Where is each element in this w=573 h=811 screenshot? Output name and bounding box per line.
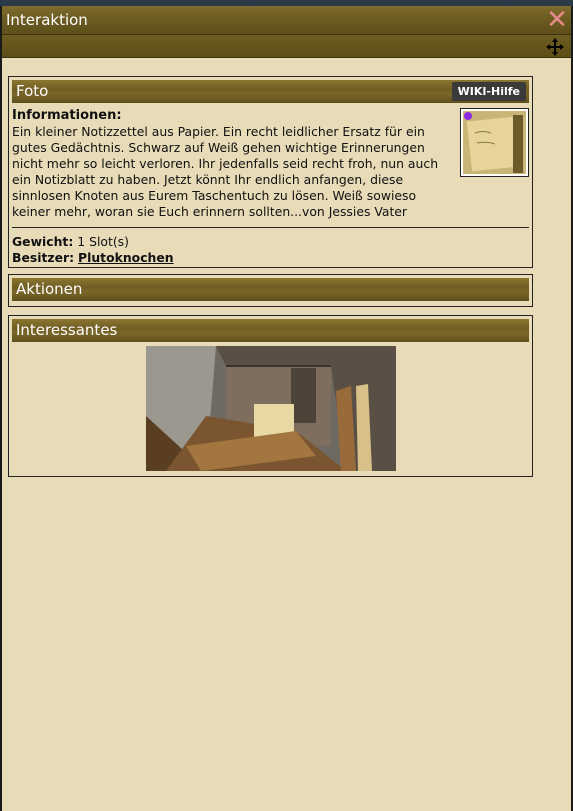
note-image: [463, 111, 526, 174]
wiki-help-button[interactable]: WIKI-Hilfe: [451, 82, 526, 101]
window-titlebar[interactable]: Interaktion ✕: [2, 6, 571, 34]
location-image[interactable]: [146, 346, 396, 471]
close-icon[interactable]: ✕: [546, 7, 568, 33]
owner-link[interactable]: Plutoknochen: [78, 250, 174, 265]
interaction-window: Interaktion ✕ Foto WIKI-Hilfe Informatio…: [0, 6, 573, 811]
item-thumbnail[interactable]: [460, 108, 529, 177]
info-divider: [12, 227, 529, 228]
item-meta: Gewicht: 1 Slot(s) Besitzer: Plutoknoche…: [12, 234, 174, 266]
owner-label: Besitzer:: [12, 250, 75, 265]
weight-value: 1 Slot(s): [77, 234, 129, 249]
aktionen-header-label: Aktionen: [16, 280, 83, 298]
interessantes-panel: Interessantes: [8, 315, 533, 477]
foto-panel: Foto WIKI-Hilfe Informationen: Ein klein…: [8, 76, 533, 268]
foto-header: Foto WIKI-Hilfe: [12, 80, 529, 103]
move-icon[interactable]: [545, 37, 565, 57]
interessantes-header: Interessantes: [12, 319, 529, 342]
info-heading: Informationen:: [12, 108, 122, 123]
foto-header-label: Foto: [16, 82, 49, 100]
info-text: Ein kleiner Notizzettel aus Papier. Ein …: [12, 124, 439, 219]
weight-row: Gewicht: 1 Slot(s): [12, 234, 174, 250]
weight-label: Gewicht:: [12, 234, 74, 249]
item-description: Informationen: Ein kleiner Notizzettel a…: [12, 108, 454, 220]
window-title: Interaktion: [6, 11, 88, 29]
window-content: Foto WIKI-Hilfe Informationen: Ein klein…: [2, 58, 571, 808]
aktionen-panel: Aktionen: [8, 274, 533, 307]
aktionen-header[interactable]: Aktionen: [12, 278, 529, 301]
interessantes-header-label: Interessantes: [16, 321, 118, 339]
owner-row: Besitzer: Plutoknochen: [12, 250, 174, 266]
window-toolbar: [2, 34, 571, 58]
